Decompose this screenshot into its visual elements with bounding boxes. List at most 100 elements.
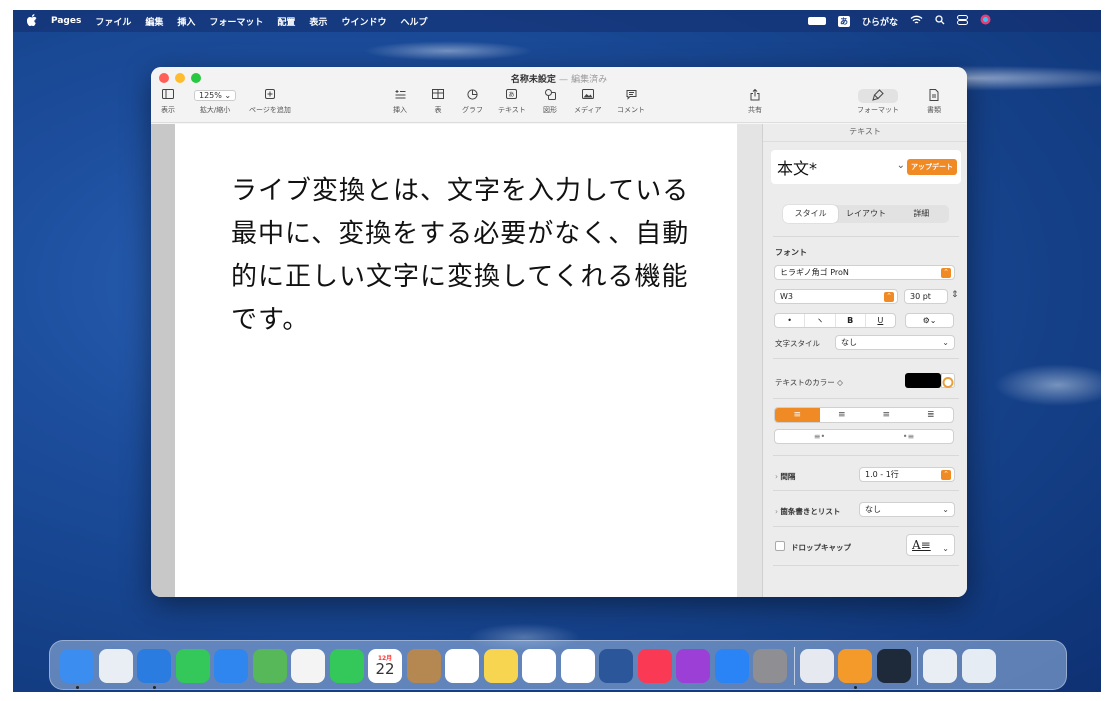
tab-layout[interactable]: レイアウト	[838, 205, 893, 223]
justify-button[interactable]: ≣	[909, 408, 954, 422]
dock-photos-icon[interactable]	[291, 649, 325, 683]
dock-launchpad-icon[interactable]	[98, 649, 133, 683]
menu-insert[interactable]: 挿入	[177, 15, 195, 28]
document-button[interactable]: 書類	[927, 89, 941, 115]
char-style-select[interactable]: なし ⌄	[835, 335, 955, 350]
share-button[interactable]: 共有	[748, 88, 762, 115]
divider	[773, 398, 959, 399]
font-weight-select[interactable]: W3 ⌃	[774, 289, 898, 304]
dock-running-indicator	[854, 686, 857, 689]
dock-freeform-icon[interactable]	[522, 649, 556, 683]
text-box-button[interactable]: あ テキスト	[498, 89, 526, 115]
view-button[interactable]: 表示	[161, 89, 175, 115]
divider	[773, 526, 959, 527]
comment-label: コメント	[617, 106, 645, 114]
dock-safari-icon[interactable]	[137, 649, 171, 683]
dock-app-store-icon[interactable]	[714, 649, 749, 683]
dock-maps-icon[interactable]	[252, 649, 287, 683]
align-left-button[interactable]: ≡	[775, 408, 820, 422]
dock-word-icon[interactable]	[599, 649, 633, 683]
menu-format[interactable]: フォーマット	[209, 15, 263, 28]
align-center-button[interactable]: ≡	[820, 408, 865, 422]
dropcap-style-select[interactable]: A≡ ⌄	[906, 534, 955, 556]
dock-pages-icon[interactable]	[838, 649, 872, 683]
format-button[interactable]: フォーマット	[857, 89, 899, 115]
menu-file[interactable]: ファイル	[95, 15, 131, 28]
chevron-down-icon: ⌄	[942, 338, 949, 347]
dock-notes-icon[interactable]	[483, 649, 518, 683]
dock-downloads-icon[interactable]	[923, 649, 957, 683]
menu-arrange[interactable]: 配置	[277, 15, 295, 28]
battery-icon[interactable]	[807, 17, 826, 25]
menu-view[interactable]: 表示	[309, 15, 327, 28]
dock-music-icon[interactable]	[637, 649, 672, 683]
font-family-select[interactable]: ヒラギノ角ゴ ProN ⌃	[774, 265, 955, 280]
dock-mail-icon[interactable]	[214, 649, 248, 683]
media-button[interactable]: メディア	[574, 89, 602, 115]
insert-button[interactable]: 挿入	[393, 89, 407, 115]
tab-more[interactable]: 詳細	[894, 205, 949, 223]
dock-messages-icon[interactable]	[175, 649, 210, 683]
color-wheel-button[interactable]	[941, 373, 955, 388]
input-mode-label[interactable]: ひらがな	[862, 15, 898, 28]
increase-indent-button[interactable]: •≡	[864, 430, 953, 443]
tab-style[interactable]: スタイル	[783, 205, 839, 223]
align-right-button[interactable]: ≡	[864, 408, 909, 422]
menu-window[interactable]: ウインドウ	[341, 15, 386, 28]
dock-system-settings-icon[interactable]	[753, 649, 787, 683]
dock-contacts-icon[interactable]	[406, 649, 441, 683]
bullets-select[interactable]: なし ⌄	[859, 502, 955, 517]
menu-app-name[interactable]: Pages	[51, 16, 81, 26]
dock-finder-icon[interactable]	[60, 649, 94, 683]
zoom-value[interactable]: 125% ⌄	[194, 90, 237, 101]
dropcap-checkbox[interactable]	[775, 541, 785, 551]
spacing-label[interactable]: › 間隔	[775, 471, 795, 482]
font-size-stepper-icon[interactable]: ⇕	[951, 290, 959, 300]
bold-button[interactable]: B	[836, 314, 866, 327]
spacing-select[interactable]: 1.0 - 1行 ⌃	[859, 467, 955, 482]
document-label: 書類	[927, 106, 941, 114]
underline-button[interactable]: U	[866, 314, 895, 327]
shape-button[interactable]: 図形	[543, 89, 557, 115]
dock-podcasts-icon[interactable]	[676, 649, 710, 683]
add-page-button[interactable]: ページを追加	[249, 89, 291, 115]
apple-menu-icon[interactable]	[26, 13, 37, 29]
bullet-button[interactable]: •	[775, 314, 806, 327]
decrease-indent-button[interactable]: ≡•	[775, 430, 864, 443]
update-style-button[interactable]: アップデート	[907, 159, 957, 175]
document-page[interactable]: ライブ変換とは、文字を入力している最中に、変換をする必要がなく、自動的に正しい文…	[175, 124, 737, 597]
vertical-scrollbar[interactable]	[737, 124, 762, 597]
control-center-icon[interactable]	[957, 14, 968, 28]
dock-calendar-icon[interactable]: 12月 22	[368, 649, 402, 683]
window-title: 名称未設定 — 編集済み	[151, 72, 967, 85]
zoom-menu[interactable]: 125% ⌄ 拡大/縮小	[194, 89, 237, 115]
dock-preview-icon[interactable]	[799, 649, 834, 683]
char-style-label: 文字スタイル	[775, 339, 820, 348]
comment-button[interactable]: コメント	[617, 89, 645, 115]
italic-button[interactable]: ヽ	[805, 314, 836, 327]
font-size-field[interactable]: 30 pt	[904, 289, 948, 304]
dock-reminders-icon[interactable]	[445, 649, 479, 683]
menu-help[interactable]: ヘルプ	[400, 15, 427, 28]
font-size-value: 30 pt	[910, 292, 931, 301]
siri-icon[interactable]	[980, 14, 991, 28]
document-body-text[interactable]: ライブ変換とは、文字を入力している最中に、変換をする必要がなく、自動的に正しい文…	[231, 170, 711, 342]
svg-text:あ: あ	[509, 92, 515, 99]
window-toolbar: 名称未設定 — 編集済み 表示 125% ⌄ 拡大/縮小 ページを追加 挿入 表…	[151, 67, 967, 123]
desktop: Pages ファイル 編集 挿入 フォーマット 配置 表示 ウインドウ ヘルプ …	[13, 10, 1101, 692]
chart-label: グラフ	[462, 106, 483, 114]
text-color-swatch[interactable]	[905, 373, 941, 388]
spotlight-search-icon[interactable]	[935, 14, 945, 28]
dock-facetime-icon[interactable]	[329, 649, 364, 683]
bullets-label[interactable]: › 箇条書きとリスト	[775, 506, 840, 517]
input-mode-icon[interactable]: あ	[837, 15, 850, 27]
wifi-icon[interactable]	[910, 15, 923, 28]
table-button[interactable]: 表	[432, 89, 444, 115]
dock-chrome-icon[interactable]	[560, 649, 595, 683]
paragraph-style-selector[interactable]: 本文* ⌄ アップデート	[771, 150, 961, 184]
chart-button[interactable]: グラフ	[462, 89, 483, 115]
dock-quicktime-icon[interactable]	[876, 649, 911, 683]
dock-trash-icon[interactable]	[961, 649, 996, 683]
menu-edit[interactable]: 編集	[145, 15, 163, 28]
text-options-button[interactable]: ⚙⌄	[905, 313, 954, 328]
